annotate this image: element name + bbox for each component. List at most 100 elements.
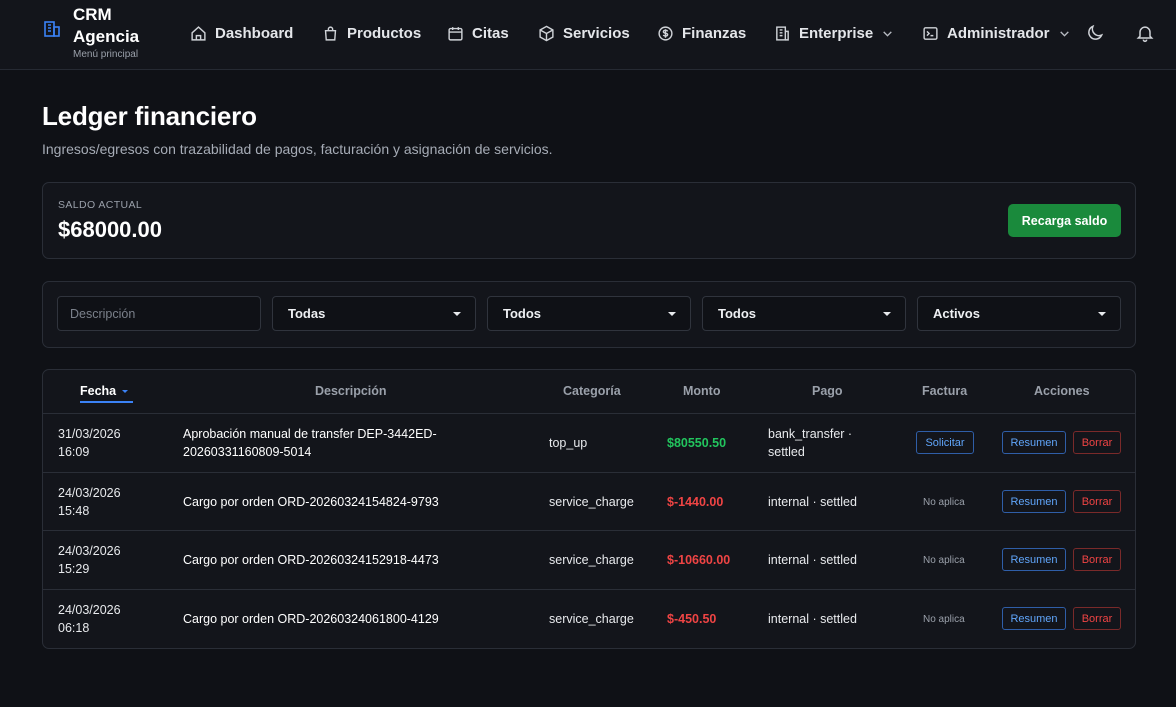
calendar-icon <box>448 26 463 41</box>
delete-button[interactable]: Borrar <box>1073 431 1121 454</box>
time-value: 06:18 <box>58 621 90 635</box>
caret-down-icon <box>1098 312 1106 316</box>
filters-card: Todas Todos Todos Activos <box>42 281 1136 348</box>
top-navbar: CRM Agencia Menú principal Dashboard Pro… <box>0 0 1176 70</box>
box-icon <box>539 25 554 41</box>
invoice-not-applicable: No aplica <box>923 497 965 508</box>
table-row: 24/03/2026 06:18 Cargo por orden ORD-202… <box>43 589 1135 648</box>
terminal-icon <box>923 26 938 40</box>
description-cell: Cargo por orden ORD-20260324061800-4129 <box>183 612 439 626</box>
nav-dashboard-label: Dashboard <box>215 24 294 42</box>
table-row: 24/03/2026 15:48 Cargo por orden ORD-202… <box>43 472 1135 531</box>
date-cell: 31/03/2026 16:09 <box>58 425 121 461</box>
caret-down-icon <box>668 312 676 316</box>
recharge-balance-button[interactable]: Recarga saldo <box>1008 204 1121 237</box>
description-cell: Aprobación manual de transfer DEP-3442ED… <box>183 425 437 461</box>
balance-card: SALDO ACTUAL $68000.00 Recarga saldo <box>42 182 1136 259</box>
delete-button[interactable]: Borrar <box>1073 490 1121 513</box>
amount-cell: $-1440.00 <box>667 495 724 509</box>
chevron-down-icon <box>883 30 892 37</box>
column-header-pago[interactable]: Pago <box>812 384 843 398</box>
building-icon <box>44 21 60 37</box>
nav-enterprise-label: Enterprise <box>799 24 874 42</box>
column-header-acciones: Acciones <box>1034 384 1090 398</box>
balance-value: $68000.00 <box>58 217 162 242</box>
shopping-bag-icon <box>324 25 337 41</box>
payment-cell: internal · settled <box>768 495 857 509</box>
payment-cell: internal · settled <box>768 612 857 626</box>
chevron-down-icon <box>1059 30 1069 37</box>
time-value: 15:29 <box>58 562 90 576</box>
category-cell: service_charge <box>549 612 634 626</box>
nav-enterprise[interactable]: Enterprise <box>774 22 894 44</box>
category-filter-value: Todas <box>288 306 326 321</box>
summary-button[interactable]: Resumen <box>1002 607 1066 630</box>
type-filter-value: Todos <box>503 306 542 321</box>
date-cell: 24/03/2026 06:18 <box>58 601 121 637</box>
nav-productos[interactable]: Productos <box>322 22 421 44</box>
nav-dashboard[interactable]: Dashboard <box>190 22 293 44</box>
ledger-table: Fecha Descripción Categoría Monto Pago F… <box>42 369 1136 649</box>
nav-administrador[interactable]: Administrador <box>922 22 1071 44</box>
payment-line: settled <box>768 445 805 459</box>
caret-down-icon <box>453 312 461 316</box>
invoice-not-applicable: No aplica <box>923 614 965 625</box>
home-icon <box>191 25 206 41</box>
column-header-label: Fecha <box>80 384 117 398</box>
date-value: 31/03/2026 <box>58 427 121 441</box>
description-cell: Cargo por orden ORD-20260324154824-9793 <box>183 495 439 509</box>
column-header-factura[interactable]: Factura <box>922 384 967 398</box>
summary-button[interactable]: Resumen <box>1002 490 1066 513</box>
dollar-icon <box>658 25 673 41</box>
description-line: Aprobación manual de transfer DEP-3442ED… <box>183 427 437 441</box>
category-cell: service_charge <box>549 495 634 509</box>
moon-icon[interactable] <box>1085 23 1105 43</box>
delete-button[interactable]: Borrar <box>1073 548 1121 571</box>
status-filter-value: Activos <box>933 306 980 321</box>
date-value: 24/03/2026 <box>58 603 121 617</box>
page-subtitle: Ingresos/egresos con trazabilidad de pag… <box>42 141 553 157</box>
active-sort-underline <box>80 401 133 403</box>
column-header-categoria[interactable]: Categoría <box>563 384 621 398</box>
sort-desc-icon <box>122 390 129 394</box>
description-line: 20260331160809-5014 <box>183 445 312 459</box>
payment-filter-select[interactable]: Todos <box>702 296 906 331</box>
amount-cell: $-450.50 <box>667 612 717 626</box>
caret-down-icon <box>883 312 891 316</box>
column-header-fecha[interactable]: Fecha <box>80 384 129 398</box>
payment-cell: bank_transfer · settled <box>768 425 852 461</box>
nav-finanzas[interactable]: Finanzas <box>657 22 746 44</box>
nav-servicios-label: Servicios <box>563 24 630 42</box>
column-header-descripcion[interactable]: Descripción <box>315 384 387 398</box>
payment-line: bank_transfer · <box>768 427 853 441</box>
description-cell: Cargo por orden ORD-20260324152918-4473 <box>183 553 439 567</box>
summary-button[interactable]: Resumen <box>1002 548 1066 571</box>
nav-productos-label: Productos <box>347 24 422 42</box>
payment-cell: internal · settled <box>768 553 857 567</box>
time-value: 16:09 <box>58 445 90 459</box>
date-cell: 24/03/2026 15:29 <box>58 542 121 578</box>
time-value: 15:48 <box>58 504 90 518</box>
balance-label: SALDO ACTUAL <box>58 199 143 211</box>
category-cell: top_up <box>549 436 588 450</box>
date-value: 24/03/2026 <box>58 544 121 558</box>
nav-servicios[interactable]: Servicios <box>538 22 630 44</box>
description-filter-input[interactable] <box>57 296 261 331</box>
delete-button[interactable]: Borrar <box>1073 607 1121 630</box>
brand[interactable]: CRM Agencia Menú principal <box>43 4 153 61</box>
date-value: 24/03/2026 <box>58 486 121 500</box>
page-title: Ledger financiero <box>42 101 257 131</box>
amount-cell: $-10660.00 <box>667 553 731 567</box>
status-filter-select[interactable]: Activos <box>917 296 1121 331</box>
category-filter-select[interactable]: Todas <box>272 296 476 331</box>
bell-icon[interactable] <box>1135 23 1155 43</box>
brand-title: CRM Agencia <box>73 5 140 46</box>
nav-administrador-label: Administrador <box>947 24 1050 42</box>
nav-citas[interactable]: Citas <box>447 22 509 44</box>
date-cell: 24/03/2026 15:48 <box>58 484 121 520</box>
summary-button[interactable]: Resumen <box>1002 431 1066 454</box>
brand-subtitle: Menú principal <box>73 49 139 60</box>
type-filter-select[interactable]: Todos <box>487 296 691 331</box>
column-header-monto[interactable]: Monto <box>683 384 720 398</box>
request-invoice-button[interactable]: Solicitar <box>916 431 974 454</box>
